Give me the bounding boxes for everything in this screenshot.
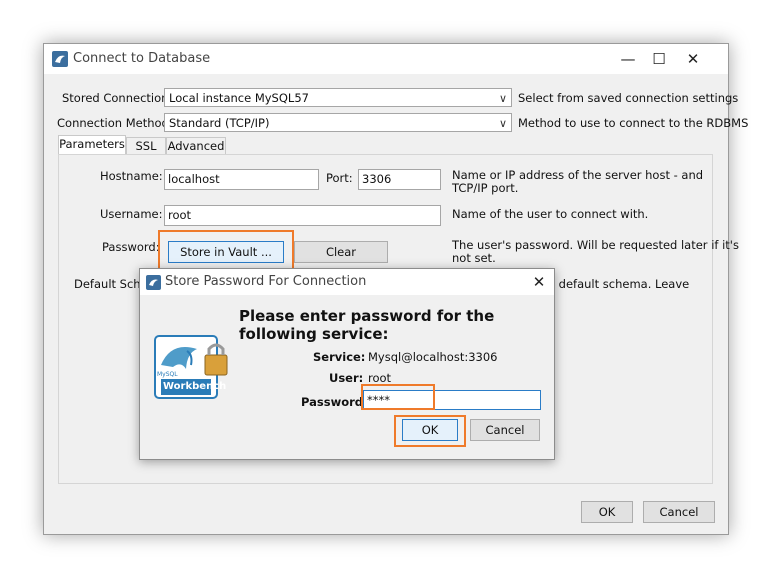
dialog-title: Store Password For Connection [165,274,367,289]
dialog-password-label: Password: [301,395,368,409]
username-label: Username: [100,207,163,221]
password-label: Password: [102,240,160,254]
workbench-app-icon [146,275,161,290]
store-in-vault-button[interactable]: Store in Vault ... [168,241,284,263]
default-schema-hint: s default schema. Leave [549,277,690,291]
ok-button[interactable]: OK [581,501,633,523]
workbench-logo: MySQL Workbench [153,335,233,403]
tab-parameters[interactable]: Parameters [58,135,126,155]
chevron-down-icon: ∨ [498,92,507,105]
clear-button[interactable]: Clear [294,241,388,263]
service-value: Mysql@localhost:3306 [368,350,498,364]
cancel-button[interactable]: Cancel [643,501,715,523]
heading-line1: Please enter password for the [239,307,495,325]
logo-small-text: MySQL [157,371,178,378]
close-button[interactable]: ✕ [678,44,708,74]
workbench-logo-icon [154,335,228,399]
port-label: Port: [326,171,353,185]
hostname-hint-line2: TCP/IP port. [452,181,519,195]
highlight-box [361,384,435,410]
heading-line2: following service: [239,325,389,343]
tab-ssl[interactable]: SSL [126,137,166,155]
dialog-cancel-button[interactable]: Cancel [470,419,540,441]
username-hint: Name of the user to connect with. [452,207,649,221]
hostname-label: Hostname: [100,169,163,183]
store-password-dialog: Store Password For Connection ✕ MySQL Wo… [139,268,555,460]
connection-method-select[interactable]: Standard (TCP/IP) ∨ [164,113,512,132]
stored-connection-select[interactable]: Local instance MySQL57 ∨ [164,88,512,107]
dialog-heading: Please enter password for the following … [239,307,494,343]
stored-connection-value: Local instance MySQL57 [169,91,309,105]
port-input[interactable]: 3306 [358,169,441,190]
dialog-ok-button[interactable]: OK [402,419,458,441]
user-label: User: [329,371,364,385]
minimize-button[interactable]: — [613,44,643,74]
connection-method-value: Standard (TCP/IP) [169,116,270,130]
connection-method-label: Connection Method: [57,116,173,130]
workbench-app-icon [52,51,68,67]
password-hint-line2: not set. [452,251,496,265]
window-title: Connect to Database [73,51,211,66]
logo-text: Workbench [163,381,227,392]
maximize-button[interactable]: ☐ [644,44,674,74]
user-value: root [368,371,392,385]
hostname-input[interactable]: localhost [164,169,319,190]
chevron-down-icon: ∨ [498,117,507,130]
username-input[interactable]: root [164,205,441,226]
main-titlebar: Connect to Database — ☐ ✕ [44,44,728,74]
service-label: Service: [313,350,366,364]
dialog-close-button[interactable]: ✕ [524,267,554,297]
stored-connection-hint: Select from saved connection settings [518,91,739,105]
stored-connection-label: Stored Connection: [62,91,173,105]
dialog-titlebar: Store Password For Connection ✕ [140,269,554,295]
connection-method-hint: Method to use to connect to the RDBMS [518,116,749,130]
tab-advanced[interactable]: Advanced [166,137,226,155]
